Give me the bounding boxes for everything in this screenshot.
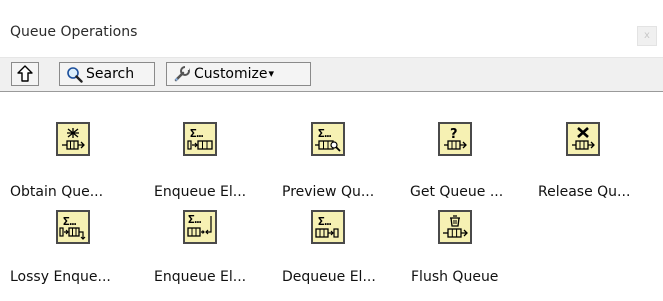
palette-item-label: Obtain Que... <box>10 184 104 200</box>
palette-item-label: Enqueue El... <box>154 184 247 200</box>
search-button-label: Search <box>86 66 135 82</box>
up-arrow-icon <box>17 65 33 83</box>
palette-item-label: Release Qu... <box>538 184 631 200</box>
flush-queue-icon <box>438 210 472 244</box>
get-queue-status-icon: ? <box>438 122 472 156</box>
svg-text:Σ…: Σ… <box>188 213 202 226</box>
svg-text:Σ…: Σ… <box>318 127 332 140</box>
magnifier-icon <box>66 66 83 83</box>
preview-queue-element-icon: Σ… <box>311 122 345 156</box>
palette-toolbar: Search Customize ▾ <box>0 58 663 92</box>
dequeue-element-icon: Σ… <box>311 210 345 244</box>
palette-item-label: Preview Qu... <box>282 184 375 200</box>
release-queue-icon <box>566 122 600 156</box>
obtain-queue-icon <box>56 122 90 156</box>
window-title: Queue Operations <box>10 24 138 40</box>
queue-operations-palette-window: Queue Operations x Search Customize ▾ Ob… <box>0 0 663 301</box>
close-button[interactable]: x <box>637 26 657 46</box>
palette-content: Obtain Que... Σ… Enqueue El... Σ… Previe… <box>0 92 663 301</box>
palette-item-label: Lossy Enque... <box>10 269 111 285</box>
search-button[interactable]: Search <box>59 62 155 86</box>
svg-text:?: ? <box>450 127 458 142</box>
palette-item-label: Enqueue El... <box>154 269 247 285</box>
svg-text:Σ…: Σ… <box>190 127 204 140</box>
up-level-button[interactable] <box>11 62 39 86</box>
dropdown-arrow-icon: ▾ <box>268 67 275 80</box>
palette-item-label: Dequeue El... <box>282 269 376 285</box>
customize-button[interactable]: Customize ▾ <box>166 62 311 86</box>
lossy-enqueue-element-icon: Σ… <box>56 210 90 244</box>
palette-item-label: Flush Queue <box>411 269 499 285</box>
title-bar[interactable]: Queue Operations x <box>0 0 663 58</box>
enqueue-element-at-opposite-end-icon: Σ… <box>183 210 217 244</box>
wrench-icon <box>173 65 191 83</box>
palette-item-label: Get Queue ... <box>410 184 504 200</box>
enqueue-element-icon: Σ… <box>183 122 217 156</box>
svg-text:Σ…: Σ… <box>63 215 77 228</box>
customize-button-label: Customize <box>194 66 268 82</box>
svg-text:Σ…: Σ… <box>318 215 332 228</box>
